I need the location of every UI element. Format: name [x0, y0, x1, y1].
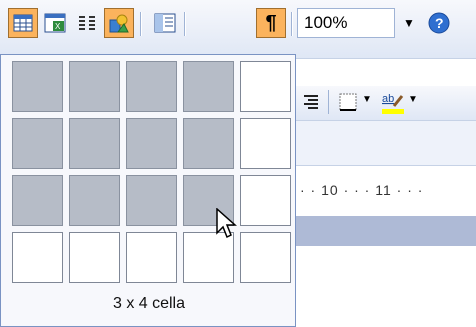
ruler-scale: · · 10 · · · 11 · · · [300, 182, 424, 198]
chevron-down-icon: ▼ [403, 16, 415, 30]
table-grid-cell[interactable] [69, 118, 120, 169]
columns-icon [79, 16, 95, 30]
table-grid-cell[interactable] [183, 61, 234, 112]
standard-toolbar: X ¶ 100% ▼ ? [0, 0, 476, 59]
table-grid-cell[interactable] [69, 232, 120, 283]
table-grid-cell[interactable] [126, 61, 177, 112]
mouse-pointer-icon [216, 208, 237, 239]
table-grid-cell[interactable] [12, 61, 63, 112]
toolbar-separator [140, 12, 142, 36]
zoom-combobox[interactable]: 100% [297, 8, 395, 38]
help-icon: ? [428, 12, 450, 34]
document-map-icon [154, 13, 176, 33]
svg-text:?: ? [435, 15, 444, 31]
toolbar-separator [328, 90, 329, 114]
insert-table-icon [13, 14, 33, 32]
show-formatting-icon: ¶ [265, 12, 277, 34]
highlight-icon: ab [382, 93, 404, 114]
columns-button[interactable] [72, 8, 102, 38]
table-grid-cell[interactable] [240, 232, 291, 283]
drawing-button[interactable] [104, 8, 134, 38]
toolbar-separator [184, 12, 186, 36]
zoom-dropdown-button[interactable]: ▼ [398, 8, 420, 38]
align-right-button[interactable] [300, 92, 320, 117]
toolbar-separator [291, 12, 293, 36]
insert-table-button[interactable] [8, 8, 38, 38]
align-right-icon [304, 95, 318, 109]
svg-text:X: X [55, 22, 61, 31]
insert-table-picker: 3 x 4 cella [0, 54, 296, 327]
document-map-button[interactable] [150, 8, 180, 38]
help-button[interactable]: ? [424, 8, 454, 38]
table-grid-cell[interactable] [240, 175, 291, 226]
table-grid-cell[interactable] [240, 118, 291, 169]
borders-icon [339, 93, 357, 111]
insert-excel-button[interactable]: X [40, 8, 70, 38]
table-grid-cell[interactable] [12, 232, 63, 283]
table-size-label: 3 x 4 cella [112, 295, 186, 312]
borders-dropdown-button[interactable]: ▼ [362, 94, 372, 105]
table-grid-cell[interactable] [183, 118, 234, 169]
table-grid-cell[interactable] [69, 175, 120, 226]
table-grid-cell[interactable] [12, 118, 63, 169]
table-grid-cell[interactable] [12, 175, 63, 226]
table-grid-cell[interactable] [126, 118, 177, 169]
show-formatting-button[interactable]: ¶ [256, 8, 286, 38]
table-grid-cell[interactable] [126, 175, 177, 226]
svg-text:ab: ab [382, 93, 394, 105]
drawing-icon [109, 14, 129, 33]
insert-excel-icon: X [44, 13, 66, 33]
borders-button[interactable] [338, 92, 358, 117]
chevron-down-icon: ▼ [362, 94, 372, 105]
table-grid-cell[interactable] [240, 61, 291, 112]
chevron-down-icon: ▼ [408, 94, 418, 105]
highlight-dropdown-button[interactable]: ▼ [408, 94, 418, 105]
table-grid-cell[interactable] [69, 61, 120, 112]
highlight-button[interactable]: ab [380, 90, 406, 121]
table-grid-cell[interactable] [126, 232, 177, 283]
